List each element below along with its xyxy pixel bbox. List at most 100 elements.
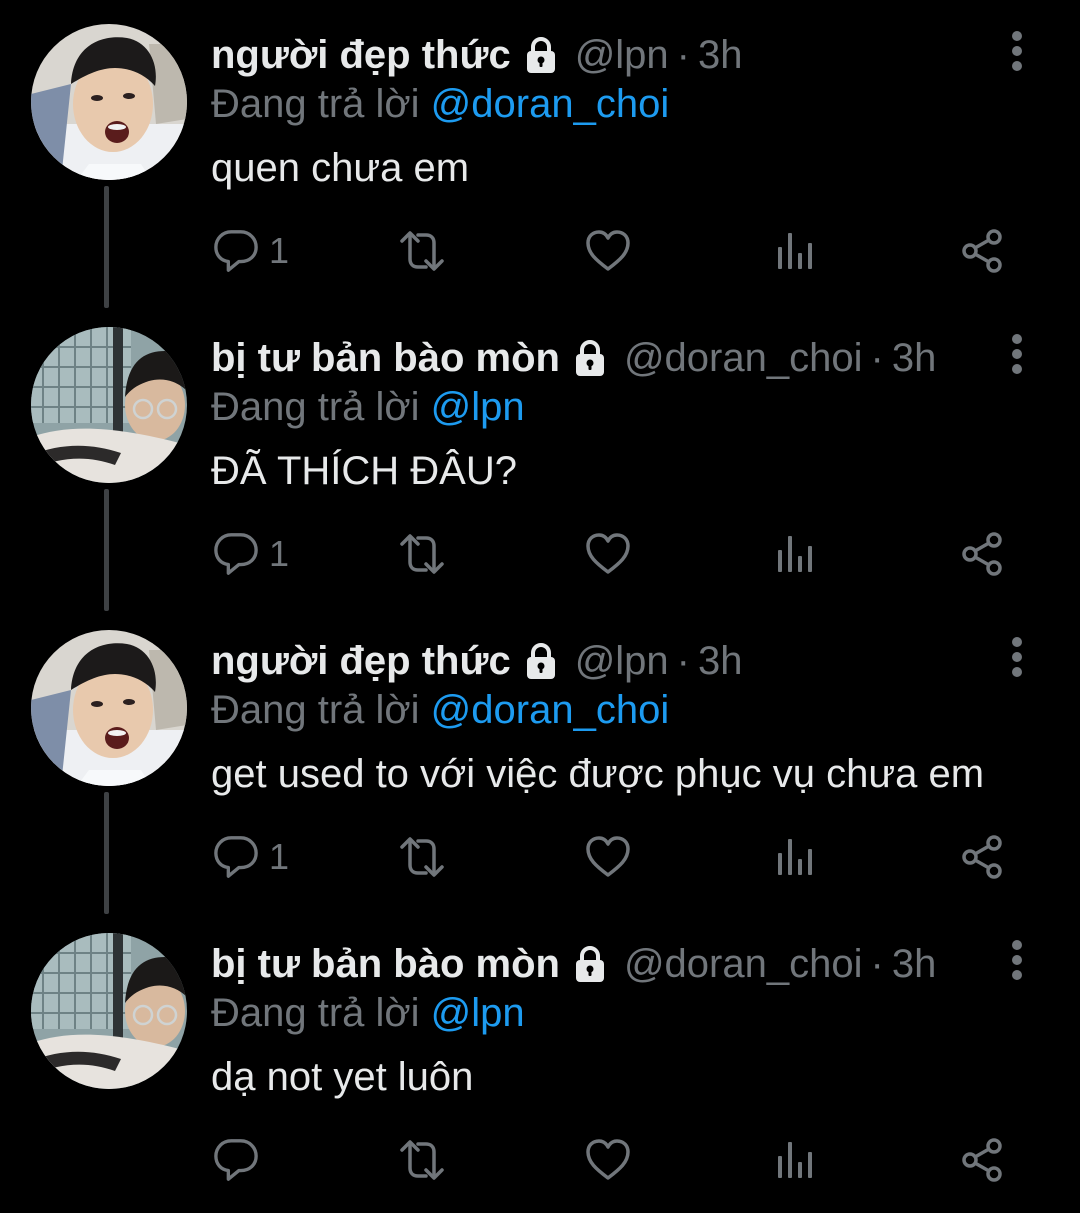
timestamp[interactable]: 3h: [698, 636, 743, 686]
heart-icon: [584, 530, 632, 578]
replying-to-mention[interactable]: @lpn: [431, 991, 525, 1035]
avatar[interactable]: [31, 327, 187, 483]
retweet-icon: [396, 530, 448, 578]
avatar[interactable]: [31, 933, 187, 1089]
like-button[interactable]: [584, 226, 632, 276]
replying-to-mention[interactable]: @lpn: [431, 385, 525, 429]
views-icon: [774, 532, 818, 576]
retweet-icon: [396, 833, 448, 881]
avatar[interactable]: [31, 630, 187, 786]
share-button[interactable]: [958, 226, 1006, 276]
tweet-header: bị tư bản bào mòn @doran_choi · 3h: [211, 939, 936, 989]
like-button[interactable]: [584, 529, 632, 579]
share-button[interactable]: [958, 1135, 1006, 1185]
timestamp[interactable]: 3h: [892, 333, 937, 383]
tweet[interactable]: bị tư bản bào mòn @doran_choi · 3h Đang …: [0, 303, 1080, 611]
separator-dot: ·: [870, 336, 884, 380]
like-button[interactable]: [584, 1135, 632, 1185]
reply-icon: [213, 531, 259, 577]
handle[interactable]: @doran_choi: [624, 333, 863, 383]
replying-to-label: Đang trả lời: [211, 688, 420, 732]
replying-to-mention[interactable]: @doran_choi: [431, 688, 670, 732]
share-icon: [958, 227, 1006, 275]
retweet-button[interactable]: [396, 832, 448, 882]
tweet-text: quen chưa em: [211, 146, 470, 190]
handle[interactable]: @doran_choi: [624, 939, 863, 989]
reply-count: 1: [269, 230, 290, 271]
reply-button[interactable]: 1: [213, 529, 289, 579]
display-name[interactable]: bị tư bản bào mòn: [211, 333, 560, 383]
timestamp[interactable]: 3h: [892, 939, 937, 989]
replying-to-mention[interactable]: @doran_choi: [431, 82, 670, 126]
lock-icon: [570, 338, 610, 378]
reply-icon: [213, 228, 259, 274]
like-button[interactable]: [584, 832, 632, 882]
retweet-icon: [396, 227, 448, 275]
retweet-button[interactable]: [396, 226, 448, 276]
reply-count: 1: [269, 533, 290, 574]
share-icon: [958, 1136, 1006, 1184]
display-name[interactable]: người đẹp thức: [211, 30, 511, 80]
views-button[interactable]: [774, 1135, 818, 1185]
more-vertical-icon[interactable]: [1002, 333, 1032, 375]
tweet-header: người đẹp thức @lpn · 3h: [211, 30, 743, 80]
reply-count: 1: [269, 836, 290, 877]
replying-to-line: Đang trả lời @lpn: [211, 383, 525, 431]
tweet-actions: 1: [0, 529, 1080, 579]
share-button[interactable]: [958, 529, 1006, 579]
replying-to-label: Đang trả lời: [211, 991, 420, 1035]
replying-to-label: Đang trả lời: [211, 385, 420, 429]
lock-icon: [521, 641, 561, 681]
handle[interactable]: @lpn: [575, 30, 669, 80]
share-icon: [958, 833, 1006, 881]
retweet-icon: [396, 1136, 448, 1184]
share-icon: [958, 530, 1006, 578]
reply-thread: người đẹp thức @lpn · 3h Đang trả lời @d…: [0, 0, 1080, 1208]
views-button[interactable]: [774, 529, 818, 579]
more-vertical-icon[interactable]: [1002, 636, 1032, 678]
separator-dot: ·: [676, 33, 690, 77]
display-name[interactable]: người đẹp thức: [211, 636, 511, 686]
tweet-actions: 1: [0, 832, 1080, 882]
handle[interactable]: @lpn: [575, 636, 669, 686]
views-button[interactable]: [774, 226, 818, 276]
avatar[interactable]: [31, 24, 187, 180]
heart-icon: [584, 1136, 632, 1184]
replying-to-label: Đang trả lời: [211, 82, 420, 126]
reply-icon: [213, 1137, 259, 1183]
display-name[interactable]: bị tư bản bào mòn: [211, 939, 560, 989]
reply-button[interactable]: 1: [213, 832, 289, 882]
heart-icon: [584, 227, 632, 275]
tweet-text: dạ not yet luôn: [211, 1055, 474, 1099]
views-icon: [774, 1138, 818, 1182]
reply-button[interactable]: 1: [213, 226, 289, 276]
tweet[interactable]: người đẹp thức @lpn · 3h Đang trả lời @d…: [0, 0, 1080, 308]
tweet[interactable]: người đẹp thức @lpn · 3h Đang trả lời @d…: [0, 606, 1080, 914]
tweet[interactable]: bị tư bản bào mòn @doran_choi · 3h Đang …: [0, 909, 1080, 1213]
separator-dot: ·: [870, 942, 884, 986]
replying-to-line: Đang trả lời @doran_choi: [211, 80, 669, 128]
reply-icon: [213, 834, 259, 880]
more-vertical-icon[interactable]: [1002, 939, 1032, 981]
replying-to-line: Đang trả lời @lpn: [211, 989, 525, 1037]
reply-button[interactable]: [213, 1135, 269, 1185]
tweet-text: ĐÃ THÍCH ĐÂU?: [211, 449, 517, 493]
lock-icon: [570, 944, 610, 984]
tweet-header: bị tư bản bào mòn @doran_choi · 3h: [211, 333, 936, 383]
tweet-header: người đẹp thức @lpn · 3h: [211, 636, 743, 686]
lock-icon: [521, 35, 561, 75]
tweet-actions: [0, 1135, 1080, 1185]
tweet-actions: 1: [0, 226, 1080, 276]
more-vertical-icon[interactable]: [1002, 30, 1032, 72]
timestamp[interactable]: 3h: [698, 30, 743, 80]
retweet-button[interactable]: [396, 1135, 448, 1185]
views-icon: [774, 229, 818, 273]
retweet-button[interactable]: [396, 529, 448, 579]
replying-to-line: Đang trả lời @doran_choi: [211, 686, 669, 734]
views-icon: [774, 835, 818, 879]
separator-dot: ·: [676, 639, 690, 683]
tweet-text: get used to với việc được phục vụ chưa e…: [211, 752, 985, 796]
views-button[interactable]: [774, 832, 818, 882]
share-button[interactable]: [958, 832, 1006, 882]
heart-icon: [584, 833, 632, 881]
